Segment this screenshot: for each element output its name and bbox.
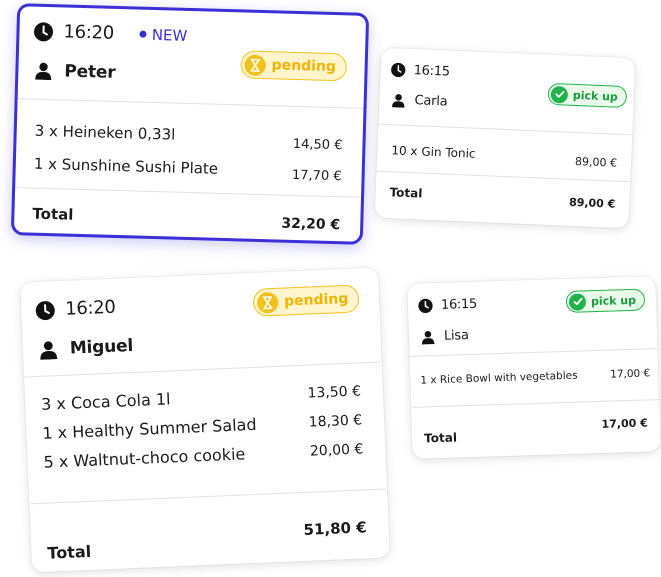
order-time: 16:20: [64, 296, 117, 320]
person-icon: [391, 93, 405, 108]
order-card-peter[interactable]: 16:20 NEW Peter pending 3 x Heineken 0,3…: [10, 3, 370, 245]
order-card-miguel[interactable]: 16:20 Miguel pending 3 x Coca Cola 1l 13…: [20, 267, 390, 573]
order-time: 16:20: [63, 21, 115, 44]
clock-icon: [34, 21, 54, 41]
customer-name: Carla: [414, 93, 448, 110]
item-text: 3 x Heineken 0,33l: [34, 121, 176, 144]
item-price: 17,00 €: [609, 367, 651, 381]
clock-icon: [391, 62, 406, 78]
check-icon: [554, 90, 564, 98]
order-card-lisa[interactable]: 16:15 Lisa pick up 1 x Rice Bowl with ve…: [407, 276, 661, 459]
total-value: 32,20 €: [281, 215, 341, 234]
clock-icon: [418, 298, 433, 314]
clock-icon: [35, 300, 55, 320]
item-price: 17,70 €: [291, 167, 342, 185]
status-badge: pending: [240, 50, 348, 82]
person-icon: [40, 340, 58, 360]
new-indicator: NEW: [139, 25, 188, 45]
hourglass-icon: [262, 295, 273, 309]
status-label: pending: [283, 290, 349, 310]
total-label: Total: [32, 204, 74, 224]
customer-name: Lisa: [443, 328, 469, 344]
item-price: 89,00 €: [574, 154, 618, 170]
check-icon: [573, 297, 582, 306]
total-label: Total: [423, 430, 458, 446]
status-badge: pending: [252, 284, 360, 317]
hourglass-icon: [250, 58, 260, 72]
order-time: 16:15: [440, 296, 478, 313]
status-label: pick up: [590, 293, 637, 308]
item-text: 10 x Gin Tonic: [391, 142, 476, 161]
status-label: pending: [271, 57, 337, 76]
item-price: 14,50 €: [292, 136, 343, 154]
item-price: 18,30 €: [308, 411, 363, 431]
total-label: Total: [47, 541, 92, 563]
total-value: 89,00 €: [568, 195, 616, 211]
status-label: pick up: [572, 88, 619, 104]
order-time: 16:15: [413, 63, 450, 80]
customer-name: Peter: [64, 61, 116, 83]
order-card-carla[interactable]: 16:15 Carla pick up 10 x Gin Tonic 89,00…: [374, 47, 636, 229]
total-value: 17,00 €: [601, 415, 648, 431]
customer-name: Miguel: [69, 335, 134, 359]
person-icon: [421, 330, 435, 345]
status-badge: pick up: [547, 82, 628, 109]
total-label: Total: [389, 184, 423, 201]
status-badge: pick up: [565, 288, 646, 313]
item-text: 5 x Waltnut-choco cookie: [43, 444, 246, 472]
item-text: 1 x Sunshine Sushi Plate: [33, 154, 219, 178]
new-label: NEW: [151, 25, 188, 45]
item-price: 13,50 €: [307, 382, 362, 402]
total-value: 51,80 €: [303, 517, 367, 539]
item-price: 20,00 €: [309, 440, 364, 460]
person-icon: [35, 62, 52, 81]
item-text: 1 x Rice Bowl with vegetables: [420, 369, 578, 387]
